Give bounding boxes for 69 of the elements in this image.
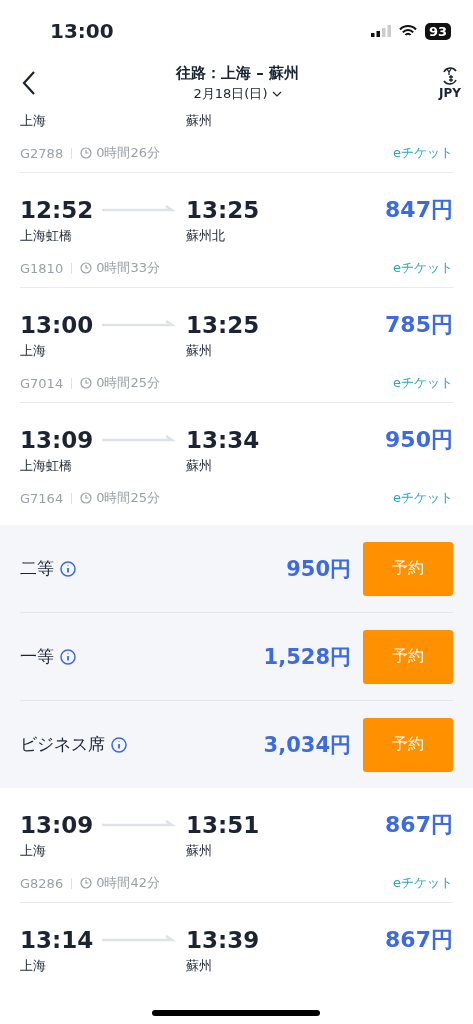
arrival-station: 蘇州 xyxy=(186,957,213,975)
departure-time: 12:52 xyxy=(20,197,95,223)
arrival-time: 13:51 xyxy=(186,812,261,838)
info-icon[interactable] xyxy=(60,648,76,665)
travel-duration: 0時間26分 xyxy=(96,144,160,162)
travel-duration: 0時間25分 xyxy=(96,489,160,507)
train-number: G8286 xyxy=(20,875,64,891)
departure-station: 上海 xyxy=(20,342,47,360)
fare-price: 867円 xyxy=(385,811,453,839)
arrival-time: 13:25 xyxy=(186,197,261,223)
arrival-station: 蘇州 xyxy=(186,342,213,360)
book-button[interactable]: 予約 xyxy=(363,629,453,684)
seat-class-name: 一等 xyxy=(20,645,54,668)
arrival-station: 蘇州 xyxy=(186,112,213,130)
clock-icon xyxy=(80,262,93,274)
fare-price: 785円 xyxy=(385,311,453,339)
departure-station: 上海虹橋 xyxy=(20,457,73,475)
ticket-type: eチケット xyxy=(393,874,453,892)
departure-station: 上海 xyxy=(20,112,47,130)
arrival-time: 13:25 xyxy=(186,312,261,338)
ticket-type: eチケット xyxy=(393,144,453,162)
departure-time: 13:14 xyxy=(20,927,95,953)
seat-class-price: 950円 xyxy=(286,555,351,583)
arrival-station: 蘇州 xyxy=(186,842,213,860)
departure-time: 13:00 xyxy=(20,312,95,338)
clock-icon xyxy=(80,377,93,389)
train-number: G7164 xyxy=(20,490,64,506)
wifi-icon xyxy=(398,24,417,38)
arrival-station: 蘇州北 xyxy=(186,227,226,245)
fare-price: 950円 xyxy=(385,426,453,454)
train-number: G7014 xyxy=(20,375,64,391)
travel-duration: 0時間33分 xyxy=(96,259,160,277)
fare-price: 847円 xyxy=(385,196,453,224)
signal-icon xyxy=(370,25,391,37)
back-icon[interactable] xyxy=(22,70,36,96)
train-number: G2788 xyxy=(20,145,64,161)
fare-price: 867円 xyxy=(385,926,453,954)
clock-icon xyxy=(80,492,93,504)
route-title: 往路：上海 – 蘇州 xyxy=(176,63,299,83)
battery-level: 93 xyxy=(424,22,451,40)
book-button[interactable]: 予約 xyxy=(363,717,453,772)
seat-class-price: 3,034円 xyxy=(263,731,351,759)
seat-class-name: 二等 xyxy=(20,557,54,580)
ticket-type: eチケット xyxy=(393,374,453,392)
chevron-down-icon xyxy=(271,90,282,97)
ticket-type: eチケット xyxy=(393,259,453,277)
seat-class-name: ビジネス席 xyxy=(20,733,105,756)
departure-station: 上海虹橋 xyxy=(20,227,73,245)
train-number: G1810 xyxy=(20,260,64,276)
travel-duration: 0時間42分 xyxy=(96,874,160,892)
date-selector[interactable]: 2月18日(日) xyxy=(193,84,282,103)
clock-icon xyxy=(80,147,93,159)
book-button[interactable]: 予約 xyxy=(363,541,453,596)
ticket-type: eチケット xyxy=(393,489,453,507)
clock-icon xyxy=(80,877,93,889)
arrival-time: 13:39 xyxy=(186,927,261,953)
departure-time: 13:09 xyxy=(20,427,95,453)
departure-station: 上海 xyxy=(20,957,47,975)
seat-class-price: 1,528円 xyxy=(263,643,351,671)
status-time: 13:00 xyxy=(50,19,114,43)
currency-button[interactable]: JPY xyxy=(439,66,461,100)
info-icon[interactable] xyxy=(111,736,127,753)
arrival-station: 蘇州 xyxy=(186,457,213,475)
departure-station: 上海 xyxy=(20,842,47,860)
currency-exchange-icon xyxy=(440,66,460,86)
arrival-time: 13:34 xyxy=(186,427,261,453)
travel-duration: 0時間25分 xyxy=(96,374,160,392)
info-icon[interactable] xyxy=(60,560,76,577)
departure-time: 13:09 xyxy=(20,812,95,838)
